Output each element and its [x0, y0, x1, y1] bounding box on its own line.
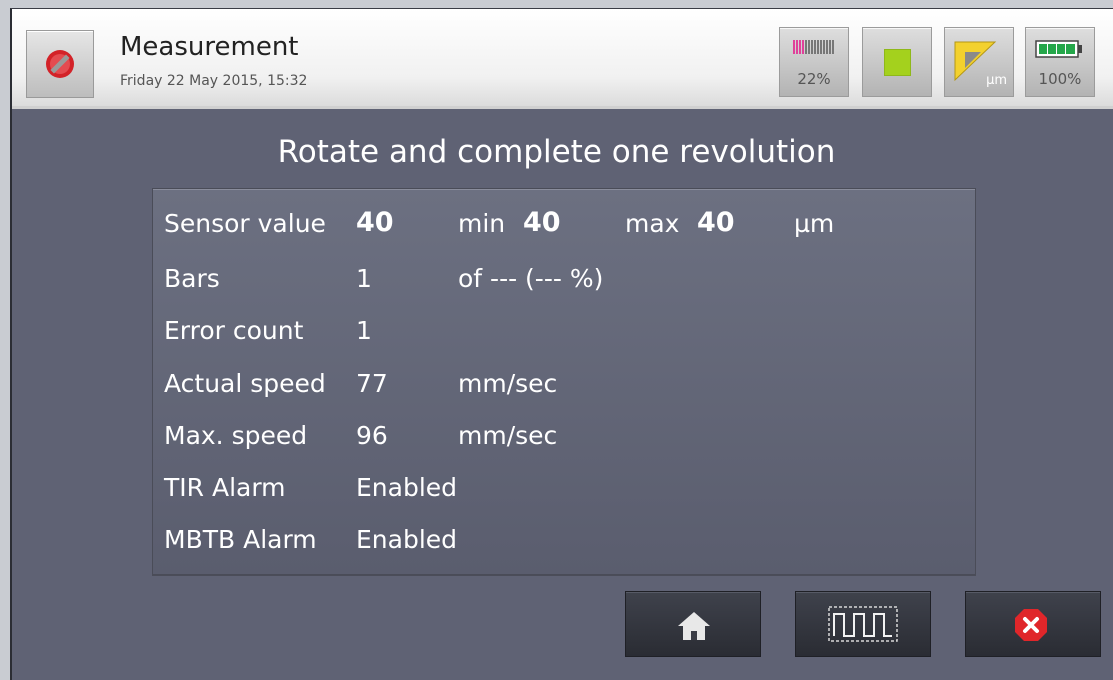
- waveform-icon: [828, 606, 898, 642]
- datetime-label: Friday 22 May 2015, 15:32: [120, 73, 308, 89]
- close-icon: [1015, 609, 1047, 641]
- max-speed-value: 96: [356, 421, 388, 450]
- battery-status[interactable]: 100%: [1025, 27, 1095, 97]
- sensor-label: Sensor value: [164, 209, 326, 238]
- bars-value: 1: [356, 264, 372, 293]
- battery-percent: 100%: [1038, 70, 1082, 88]
- page-title: Measurement: [120, 32, 299, 62]
- max-label: max: [625, 209, 680, 238]
- max-speed-label: Max. speed: [164, 421, 308, 450]
- sensor-unit: µm: [794, 209, 835, 238]
- home-button[interactable]: [625, 591, 761, 657]
- signal-status[interactable]: 22%: [779, 27, 849, 97]
- header-bar: Measurement Friday 22 May 2015, 15:32 22…: [12, 9, 1113, 109]
- green-status-icon: [884, 49, 911, 76]
- home-icon: [678, 612, 710, 640]
- battery-icon: [1035, 40, 1082, 58]
- mbtb-label: MBTB Alarm: [164, 525, 317, 554]
- actual-speed-value: 77: [356, 369, 388, 398]
- min-value: 40: [523, 207, 561, 238]
- min-label: min: [458, 209, 506, 238]
- bars-label: Bars: [164, 264, 220, 293]
- actual-speed-unit: mm/sec: [458, 369, 558, 398]
- signal-percent: 22%: [797, 70, 831, 88]
- stop-button[interactable]: [26, 30, 94, 98]
- stop-icon: [46, 50, 74, 78]
- max-speed-unit: mm/sec: [458, 421, 558, 450]
- close-button[interactable]: [965, 591, 1101, 657]
- status-indicator[interactable]: [862, 27, 932, 97]
- error-label: Error count: [164, 316, 304, 345]
- instruction-title: Rotate and complete one revolution: [277, 134, 836, 170]
- sensor-value: 40: [356, 207, 394, 238]
- max-value: 40: [697, 207, 735, 238]
- actual-speed-label: Actual speed: [164, 369, 326, 398]
- bars-of: of --- (--- %): [458, 264, 604, 293]
- error-value: 1: [356, 316, 372, 345]
- readings-panel: Sensor value 40 min 40 max 40 µm Bars 1 …: [152, 188, 976, 575]
- unit-status[interactable]: µm: [944, 27, 1014, 97]
- waveform-button[interactable]: [795, 591, 931, 657]
- mbtb-value: Enabled: [356, 525, 458, 554]
- unit-label: µm: [986, 73, 1007, 88]
- tir-label: TIR Alarm: [164, 473, 286, 502]
- signal-strength-icon: [793, 40, 834, 54]
- tir-value: Enabled: [356, 473, 458, 502]
